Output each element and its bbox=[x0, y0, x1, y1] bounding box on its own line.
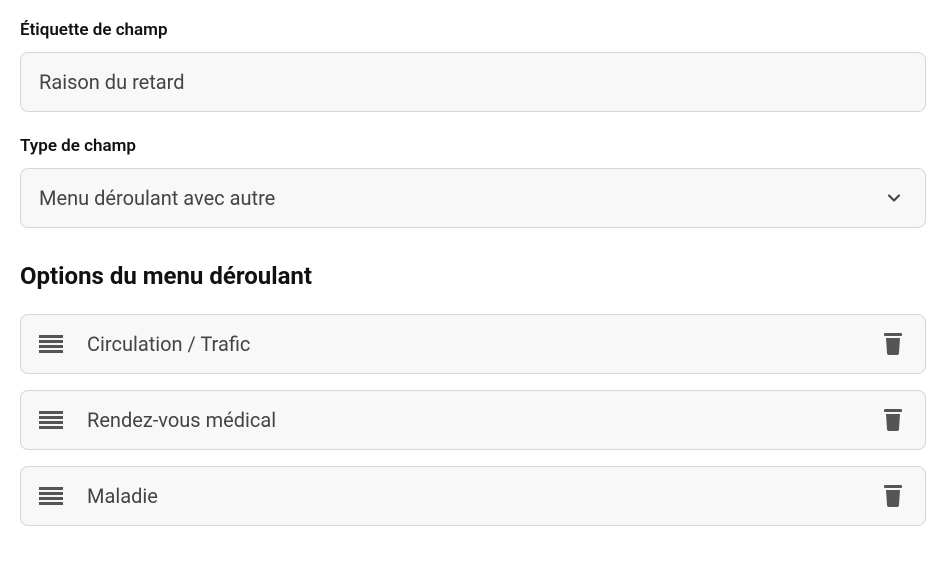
field-label-caption: Étiquette de champ bbox=[20, 20, 926, 40]
field-type-caption: Type de champ bbox=[20, 136, 926, 156]
option-label: Maladie bbox=[87, 484, 881, 508]
delete-button[interactable] bbox=[881, 408, 905, 432]
trash-icon bbox=[883, 333, 903, 355]
option-label: Circulation / Trafic bbox=[87, 332, 881, 356]
list-item: Maladie bbox=[20, 466, 926, 526]
field-type-select[interactable]: Menu déroulant avec autre bbox=[20, 168, 926, 228]
option-label: Rendez-vous médical bbox=[87, 408, 881, 432]
trash-icon bbox=[883, 485, 903, 507]
drag-handle-icon[interactable] bbox=[39, 411, 63, 429]
field-label-group: Étiquette de champ bbox=[20, 20, 926, 112]
field-type-select-wrapper: Menu déroulant avec autre bbox=[20, 168, 926, 228]
delete-button[interactable] bbox=[881, 484, 905, 508]
delete-button[interactable] bbox=[881, 332, 905, 356]
field-type-group: Type de champ Menu déroulant avec autre bbox=[20, 136, 926, 228]
trash-icon bbox=[883, 409, 903, 431]
drag-handle-icon[interactable] bbox=[39, 487, 63, 505]
dropdown-options-heading: Options du menu déroulant bbox=[20, 262, 926, 290]
drag-handle-icon[interactable] bbox=[39, 335, 63, 353]
field-label-input[interactable] bbox=[20, 52, 926, 112]
field-type-value: Menu déroulant avec autre bbox=[39, 186, 275, 210]
list-item: Circulation / Trafic bbox=[20, 314, 926, 374]
list-item: Rendez-vous médical bbox=[20, 390, 926, 450]
